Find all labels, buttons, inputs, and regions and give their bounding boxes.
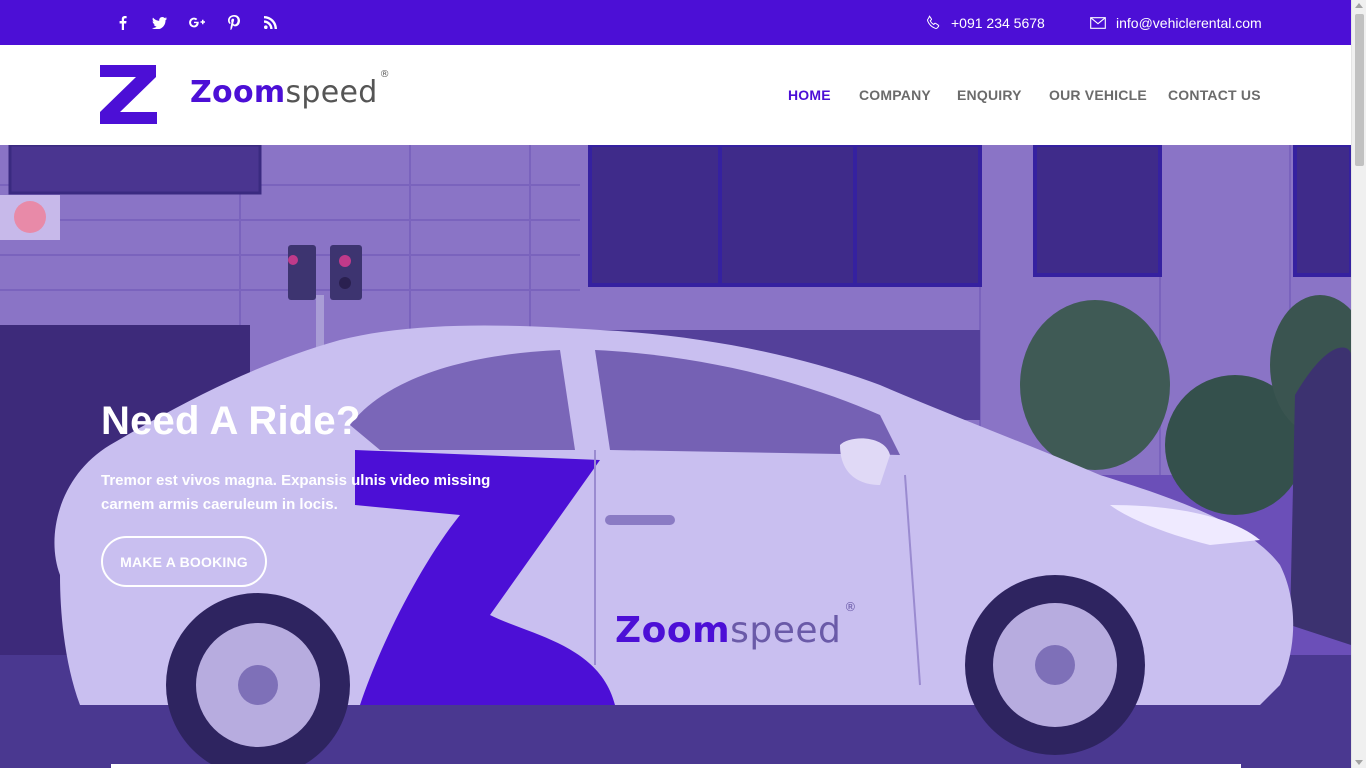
rss-icon[interactable] xyxy=(252,0,289,45)
hero-background-image xyxy=(0,145,1351,768)
brand-light: speed xyxy=(285,75,378,110)
email-contact[interactable]: info@vehiclerental.com xyxy=(1090,0,1262,45)
content-card-edge xyxy=(111,764,1241,768)
google-plus-icon[interactable] xyxy=(178,0,215,45)
nav-our-vehicle[interactable]: OUR VEHICLE xyxy=(1049,87,1147,103)
registered-mark: ® xyxy=(379,69,390,80)
brand-bold: Zoom xyxy=(190,75,286,110)
make-booking-button[interactable]: MAKE A BOOKING xyxy=(101,536,267,587)
facebook-icon[interactable] xyxy=(104,0,141,45)
twitter-icon[interactable] xyxy=(141,0,178,45)
car-brand-bold: Zoom xyxy=(615,610,731,651)
hero-banner: Zoomspeed® Need A Ride? Tremor est vivos… xyxy=(0,145,1351,768)
scroll-down-arrow-icon[interactable] xyxy=(1355,760,1363,765)
top-bar: +091 234 5678 info@vehiclerental.com xyxy=(0,0,1351,45)
phone-number: +091 234 5678 xyxy=(951,14,1045,31)
site-header: Zoomspeed® HOME COMPANY ENQUIRY OUR VEHI… xyxy=(0,45,1351,145)
page-scrollbar[interactable] xyxy=(1351,0,1366,768)
logo-z-icon[interactable] xyxy=(100,65,157,124)
nav-company[interactable]: COMPANY xyxy=(859,87,931,103)
nav-home[interactable]: HOME xyxy=(788,87,831,103)
nav-contact-us[interactable]: CONTACT US xyxy=(1168,87,1261,103)
hero-description: Tremor est vivos magna. Expansis ulnis v… xyxy=(101,472,491,513)
scroll-up-arrow-icon[interactable] xyxy=(1355,3,1363,8)
social-links xyxy=(104,0,289,45)
email-address: info@vehiclerental.com xyxy=(1116,14,1262,31)
envelope-icon xyxy=(1090,16,1106,29)
brand-wordmark[interactable]: Zoomspeed® xyxy=(190,69,390,110)
phone-contact[interactable]: +091 234 5678 xyxy=(926,0,1045,45)
nav-enquiry[interactable]: ENQUIRY xyxy=(957,87,1022,103)
car-brand-light: speed xyxy=(730,610,842,651)
hero-title: Need A Ride? xyxy=(101,399,361,443)
car-registered-mark: ® xyxy=(844,600,857,614)
scroll-thumb[interactable] xyxy=(1355,14,1364,166)
pinterest-icon[interactable] xyxy=(215,0,252,45)
car-brand-wordmark: Zoomspeed® xyxy=(615,600,856,651)
phone-icon xyxy=(927,15,940,29)
